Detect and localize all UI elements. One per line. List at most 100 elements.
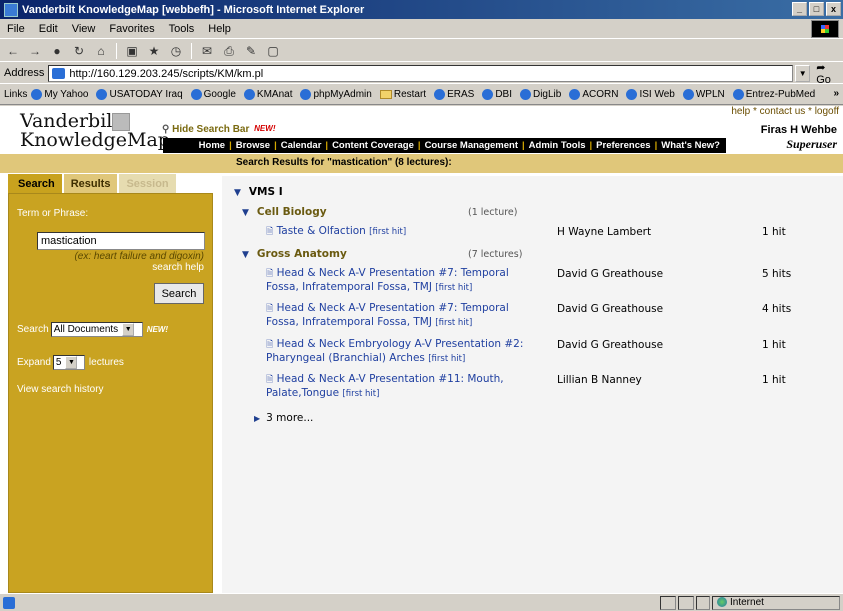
menu-favorites[interactable]: Favorites: [102, 23, 161, 35]
ie-page-icon: [190, 89, 202, 100]
link-usatoday-iraq[interactable]: USATODAY Iraq: [96, 89, 183, 100]
nav-separator: |: [325, 140, 329, 151]
tab-results[interactable]: Results: [63, 174, 118, 193]
expand-select[interactable]: 5 ▼: [52, 355, 85, 370]
triangle-down-icon: ▼: [242, 208, 249, 218]
result-title: Taste & Olfaction: [276, 225, 366, 237]
nav-home[interactable]: Home: [199, 140, 225, 151]
more-label: 3 more...: [266, 412, 314, 424]
first-hit-link[interactable]: [first hit]: [369, 227, 406, 237]
nav-separator: |: [274, 140, 277, 151]
link-isi-web[interactable]: ISI Web: [626, 89, 675, 100]
forward-icon[interactable]: →: [26, 43, 44, 59]
category-count: (1 lecture): [468, 207, 518, 218]
back-icon[interactable]: ←: [4, 43, 22, 59]
nav-course-management[interactable]: Course Management: [425, 140, 518, 151]
link-wpln[interactable]: WPLN: [682, 89, 725, 100]
user-info: Firas H Wehbe Superuser: [761, 124, 837, 152]
nav-separator: |: [229, 140, 232, 151]
chevron-right-icon[interactable]: »: [833, 88, 839, 99]
menu-file[interactable]: File: [0, 23, 32, 35]
mail-icon[interactable]: ✉: [198, 43, 216, 59]
address-input[interactable]: http://160.129.203.245/scripts/KM/km.pl: [48, 64, 794, 82]
edit-icon[interactable]: ✎: [242, 43, 260, 59]
search-icon[interactable]: ▣: [123, 43, 141, 59]
maximize-button[interactable]: □: [809, 2, 824, 16]
page-icon: [52, 67, 66, 79]
print-icon[interactable]: ⎙: [220, 43, 238, 59]
link-label: USATODAY Iraq: [109, 89, 183, 100]
link-dbi[interactable]: DBI: [482, 89, 512, 100]
search-scope-select[interactable]: All Documents ▼: [50, 322, 143, 337]
link-eras[interactable]: ERAS: [434, 89, 474, 100]
address-dropdown-icon[interactable]: ▼: [795, 64, 811, 82]
ie-page-icon: [482, 89, 494, 100]
result-item[interactable]: 🗎 Taste & Olfaction [first hit]: [266, 225, 541, 239]
search-sidebar: Search Results Session Term or Phrase: m…: [8, 172, 213, 593]
search-help-link[interactable]: search help: [17, 262, 204, 273]
home-icon[interactable]: ⌂: [92, 43, 110, 59]
link-phpmyadmin[interactable]: phpMyAdmin: [300, 89, 372, 100]
menu-view[interactable]: View: [65, 23, 103, 35]
link-label: My Yahoo: [44, 89, 89, 100]
link-label: Entrez-PubMed: [745, 89, 816, 100]
ie-page-icon: [519, 89, 531, 100]
link-diglib[interactable]: DigLib: [519, 89, 561, 100]
top-links[interactable]: help * contact us * logoff: [731, 106, 839, 117]
search-input[interactable]: mastication: [37, 232, 205, 250]
nav-browse[interactable]: Browse: [236, 140, 270, 151]
refresh-icon[interactable]: ↻: [70, 43, 88, 59]
first-hit-link[interactable]: [first hit]: [342, 389, 379, 399]
first-hit-link[interactable]: [first hit]: [435, 318, 472, 328]
nav-admin-tools[interactable]: Admin Tools: [529, 140, 586, 151]
link-entrez-pubmed[interactable]: Entrez-PubMed: [732, 89, 816, 100]
go-button[interactable]: ➦ Go: [816, 61, 843, 86]
category-header[interactable]: ▼ Cell Biology: [242, 206, 327, 218]
nav-calendar[interactable]: Calendar: [281, 140, 322, 151]
first-hit-link[interactable]: [first hit]: [428, 354, 465, 364]
stop-icon[interactable]: ●: [48, 43, 66, 59]
result-item[interactable]: 🗎 Head & Neck A-V Presentation #7: Tempo…: [266, 267, 541, 295]
search-panel: Term or Phrase: mastication (ex: heart f…: [8, 193, 213, 593]
result-item[interactable]: 🗎 Head & Neck Embryology A-V Presentatio…: [266, 338, 541, 366]
menu-help[interactable]: Help: [201, 23, 238, 35]
link-my-yahoo[interactable]: My Yahoo: [31, 89, 88, 100]
result-author: Lillian B Nanney: [557, 374, 642, 386]
result-item[interactable]: 🗎 Head & Neck A-V Presentation #7: Tempo…: [266, 302, 541, 330]
tab-session[interactable]: Session: [119, 174, 176, 193]
result-hits: 1 hit: [762, 374, 786, 386]
user-role: Superuser: [786, 137, 837, 151]
view-search-history-link[interactable]: View search history: [17, 384, 204, 395]
link-acorn[interactable]: ACORN: [569, 89, 618, 100]
favorites-icon[interactable]: ★: [145, 43, 163, 59]
nav-preferences[interactable]: Preferences: [596, 140, 650, 151]
nav-whats-new[interactable]: What's New?: [661, 140, 720, 151]
expand-value: 5: [55, 357, 62, 368]
site-logo[interactable]: Vanderbilt KnowledgeMap: [20, 112, 170, 150]
result-author: David G Greathouse: [557, 268, 664, 280]
category-header[interactable]: ▼ Gross Anatomy: [242, 248, 347, 260]
address-bar: Address http://160.129.203.245/scripts/K…: [0, 61, 843, 86]
link-kmanat[interactable]: KMAnat: [243, 89, 292, 100]
chevron-down-icon: ▼: [65, 356, 78, 369]
result-item[interactable]: 🗎 Head & Neck A-V Presentation #11: Mout…: [266, 373, 541, 401]
menu-tools[interactable]: Tools: [162, 23, 202, 35]
page-content: Vanderbilt KnowledgeMap ⚲ Hide Search Ba…: [0, 106, 843, 593]
nav-separator: |: [654, 140, 658, 151]
menu-edit[interactable]: Edit: [32, 23, 65, 35]
ie-page-icon: [243, 89, 255, 100]
minimize-button[interactable]: _: [792, 2, 807, 16]
tab-search[interactable]: Search: [8, 174, 62, 193]
search-button[interactable]: Search: [154, 283, 204, 304]
history-icon[interactable]: ◷: [167, 43, 185, 59]
group-header[interactable]: ▼ VMS I: [234, 186, 283, 198]
nav-content-coverage[interactable]: Content Coverage: [332, 140, 414, 151]
first-hit-link[interactable]: [first hit]: [435, 283, 472, 293]
link-google[interactable]: Google: [190, 89, 236, 100]
hide-search-bar-link[interactable]: ⚲ Hide Search Bar NEW!: [162, 124, 275, 135]
link-restart[interactable]: Restart: [379, 89, 426, 100]
expand-label: Expand: [17, 357, 51, 368]
discuss-icon[interactable]: ▢: [264, 43, 282, 59]
show-more-link[interactable]: ▶ 3 more...: [254, 412, 313, 424]
close-button[interactable]: x: [826, 2, 841, 16]
